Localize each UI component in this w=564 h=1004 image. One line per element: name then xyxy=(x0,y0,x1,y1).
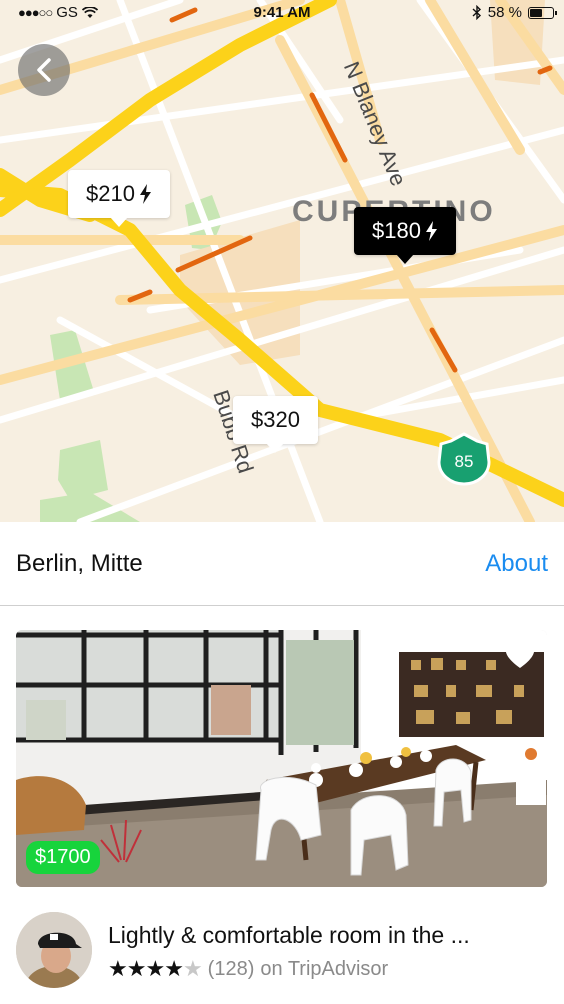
location-name: Berlin, Mitte xyxy=(16,550,143,577)
rating-row: ★★★★★ (128) on TripAdvisor xyxy=(108,956,388,982)
star-filled-icon: ★ xyxy=(108,956,128,981)
highway-85-shield-icon: 85 xyxy=(437,432,491,486)
review-count: (128) xyxy=(207,957,255,980)
location-header: Berlin, Mitte About xyxy=(0,522,564,606)
host-avatar[interactable] xyxy=(16,912,92,988)
lightning-icon xyxy=(139,184,151,204)
review-source: on TripAdvisor xyxy=(260,957,389,980)
bluetooth-icon xyxy=(472,5,481,20)
map-view[interactable]: N Blaney Ave Bubb Rd CUPERTINO ●●●○○ GS … xyxy=(0,0,564,522)
pin-price: $210 xyxy=(86,181,135,206)
battery-icon xyxy=(528,6,557,19)
map-pin-210[interactable]: $210 xyxy=(68,170,170,227)
host-portrait xyxy=(16,912,92,988)
star-filled-icon: ★ xyxy=(126,956,147,981)
pin-price: $180 xyxy=(372,218,421,243)
listing-price-badge: $1700 xyxy=(26,841,100,874)
chevron-left-icon xyxy=(37,58,51,82)
back-button[interactable] xyxy=(18,44,70,96)
pin-price: $320 xyxy=(251,407,300,432)
heart-icon[interactable] xyxy=(503,638,537,672)
battery-level-fill xyxy=(530,8,542,17)
lightning-icon xyxy=(425,221,437,241)
map-pin-320[interactable]: $320 xyxy=(233,396,318,453)
map-pin-180[interactable]: $180 xyxy=(354,207,456,264)
status-right: 58 % xyxy=(472,4,557,21)
battery-percent: 58 % xyxy=(487,4,522,21)
highway-number: 85 xyxy=(455,452,474,471)
star-empty-icon: ★ xyxy=(182,956,203,981)
status-bar: ●●●○○ GS 9:41 AM 58 % xyxy=(0,0,564,26)
star-filled-icon: ★ xyxy=(145,956,165,981)
star-rating: ★★★★★ xyxy=(108,956,203,982)
about-link[interactable]: About xyxy=(485,550,548,578)
listing-photo[interactable]: $1700 xyxy=(16,630,547,887)
star-filled-icon: ★ xyxy=(164,956,184,981)
listing-title[interactable]: Lightly & comfortable room in the ... xyxy=(108,922,548,949)
